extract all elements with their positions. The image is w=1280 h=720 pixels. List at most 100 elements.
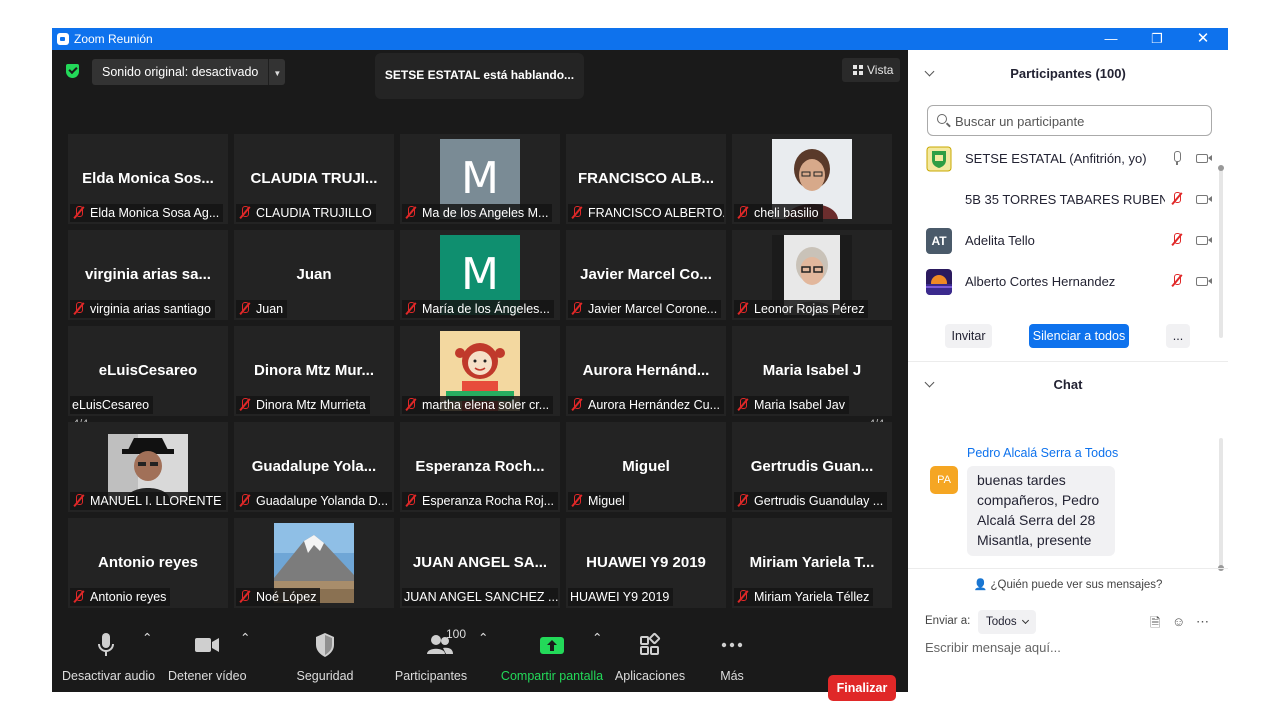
invite-button[interactable]: Invitar [945,324,992,348]
participant-tile[interactable]: Elda Monica Sos... Elda Monica Sosa Ag... [68,134,228,224]
close-icon[interactable]: ✕ [1180,28,1226,50]
participant-tile[interactable]: M Ma de los Angeles M... [400,134,560,224]
microphone-muted-icon [72,206,86,218]
video-camera-off-icon[interactable] [1196,154,1212,163]
send-to-dropdown[interactable]: Todos [978,610,1036,634]
participant-row[interactable]: 5B 35 TORRES TABARES RUBEN ... [926,186,1216,214]
participant-tile[interactable]: Gertrudis Guan... Gertrudis Guandulay ... [732,422,892,512]
participant-name: Antonio reyes [90,590,167,604]
participant-name: Guadalupe Yolanda D... [256,494,389,508]
share-screen-label: Compartir pantalla [500,669,604,683]
end-meeting-button[interactable]: Finalizar [828,675,896,701]
participant-tile[interactable]: Miguel Miguel [566,422,726,512]
video-camera-off-icon[interactable] [1196,236,1212,245]
chat-sender-line[interactable]: Pedro Alcalá Serra a Todos [967,446,1118,460]
participant-search[interactable] [927,105,1212,136]
participants-scrollbar[interactable] [1218,165,1224,338]
participants-more-button[interactable]: ... [1166,324,1190,348]
file-icon[interactable]: 🗎 [1150,614,1160,636]
video-camera-off-icon[interactable] [1196,277,1212,286]
audio-options-chevron-icon[interactable]: ⌃ [142,630,152,645]
caret-down-icon[interactable]: ▼ [269,61,285,87]
restore-icon[interactable]: ❐ [1134,28,1180,50]
security-button[interactable]: Seguridad [292,630,358,683]
participant-tile[interactable]: virginia arias sa... virginia arias santi… [68,230,228,320]
participant-display-name: Javier Marcel Co... [580,266,712,283]
participant-tile[interactable]: Maria Isabel J Maria Isabel Jav [732,326,892,416]
participant-row[interactable]: AT Adelita Tello [926,227,1216,255]
participant-tile[interactable]: MANUEL I. LLORENTE [68,422,228,512]
view-button[interactable]: Vista [842,58,900,82]
participant-name: cheli basilio [754,206,819,220]
zoom-window: Zoom Reunión — ❐ ✕ Sonido original: desa… [52,28,1228,701]
original-sound-dropdown[interactable]: Sonido original: desactivado ▼ [92,59,286,87]
chat-scrollbar[interactable] [1218,438,1224,571]
microphone-muted-icon [736,206,750,218]
participant-tile[interactable]: HUAWEI Y9 2019 HUAWEI Y9 2019 [566,518,726,608]
chat-more-icon[interactable]: ⋯ [1196,614,1209,630]
participant-tile[interactable]: FRANCISCO ALB... FRANCISCO ALBERTO... [566,134,726,224]
participant-avatar-image [926,269,952,295]
participant-name-label: María de los Ángeles... [402,300,554,318]
participant-display-name: Miriam Yariela T... [749,554,875,571]
encryption-shield-icon[interactable] [66,64,79,78]
participant-name-label: virginia arias santiago [70,300,215,318]
participant-avatar: AT [926,228,952,254]
participant-search-input[interactable] [955,112,1205,130]
mute-all-button[interactable]: Silenciar a todos [1029,324,1129,348]
participant-tile[interactable]: JUAN ANGEL SA... JUAN ANGEL SANCHEZ ... [400,518,560,608]
participant-tile[interactable]: Juan Juan [234,230,394,320]
mute-audio-button[interactable]: Desactivar audio [62,630,155,683]
participants-title: Participantes (100) [1010,66,1126,81]
participant-row[interactable]: Alberto Cortes Hernandez [926,268,1216,296]
microphone-icon[interactable] [1170,151,1184,166]
participant-tile[interactable]: M María de los Ángeles... [400,230,560,320]
microphone-muted-icon[interactable] [1170,233,1184,248]
microphone-muted-icon [736,398,750,410]
video-options-chevron-icon[interactable]: ⌃ [240,630,250,645]
participants-button[interactable]: 100 Participantes [392,627,470,683]
participants-label: Participantes [394,669,468,683]
who-can-see-link[interactable]: 👤 ¿Quién puede ver sus mensajes? [908,578,1228,591]
stop-video-label: Detener vídeo [168,669,247,683]
video-camera-off-icon[interactable] [1196,195,1212,204]
microphone-muted-icon[interactable] [1170,274,1184,289]
participant-tile[interactable]: Leonor Rojas Pérez [732,230,892,320]
participants-options-chevron-icon[interactable]: ⌃ [478,630,488,645]
participant-tile[interactable]: Dinora Mtz Mur... Dinora Mtz Murrieta [234,326,394,416]
participant-name: Elda Monica Sosa Ag... [90,206,220,220]
grid-view-icon [853,65,863,75]
share-options-chevron-icon[interactable]: ⌃ [592,630,602,645]
divider [908,568,1228,569]
participant-name-label: CLAUDIA TRUJILLO [236,204,376,222]
participant-tile[interactable]: Miriam Yariela T... Miriam Yariela Téllez [732,518,892,608]
microphone-muted-icon [72,590,86,602]
participant-tile[interactable]: Guadalupe Yola... Guadalupe Yolanda D... [234,422,394,512]
participant-tile[interactable]: CLAUDIA TRUJI... CLAUDIA TRUJILLO [234,134,394,224]
participant-name-label: Guadalupe Yolanda D... [236,492,392,510]
more-dots-icon [721,642,743,648]
participant-tile[interactable]: Esperanza Roch... Esperanza Rocha Roj... [400,422,560,512]
more-button[interactable]: Más [708,630,756,683]
participant-name: Adelita Tello [965,233,1035,248]
microphone-muted-icon[interactable] [1170,192,1184,207]
participant-row[interactable]: SETSE ESTATAL (Anfitrión, yo) [926,145,1216,173]
emoji-icon[interactable]: ☺ [1172,614,1185,629]
participant-tile[interactable]: Javier Marcel Co... Javier Marcel Corone.… [566,230,726,320]
chat-message-input[interactable] [925,636,1215,658]
microphone-muted-icon [570,494,584,506]
apps-button[interactable]: Aplicaciones [614,630,686,683]
participant-tile[interactable]: Aurora Hernánd... Aurora Hernández Cu... [566,326,726,416]
participant-name: SETSE ESTATAL (Anfitrión, yo) [965,151,1147,166]
minimize-icon[interactable]: — [1088,28,1134,50]
participant-tile[interactable]: martha elena soler cr... [400,326,560,416]
participant-tile[interactable]: cheli basilio [732,134,892,224]
participant-tile[interactable]: Noé López [234,518,394,608]
participant-name-label: Aurora Hernández Cu... [568,396,724,414]
share-screen-button[interactable]: Compartir pantalla [500,630,604,683]
participant-tile[interactable]: eLuisCesareo eLuisCesareo [68,326,228,416]
microphone-muted-icon [72,302,86,314]
send-to-label: Enviar a: [925,615,971,627]
participant-tile[interactable]: Antonio reyes Antonio reyes [68,518,228,608]
stop-video-button[interactable]: Detener vídeo [168,630,247,683]
